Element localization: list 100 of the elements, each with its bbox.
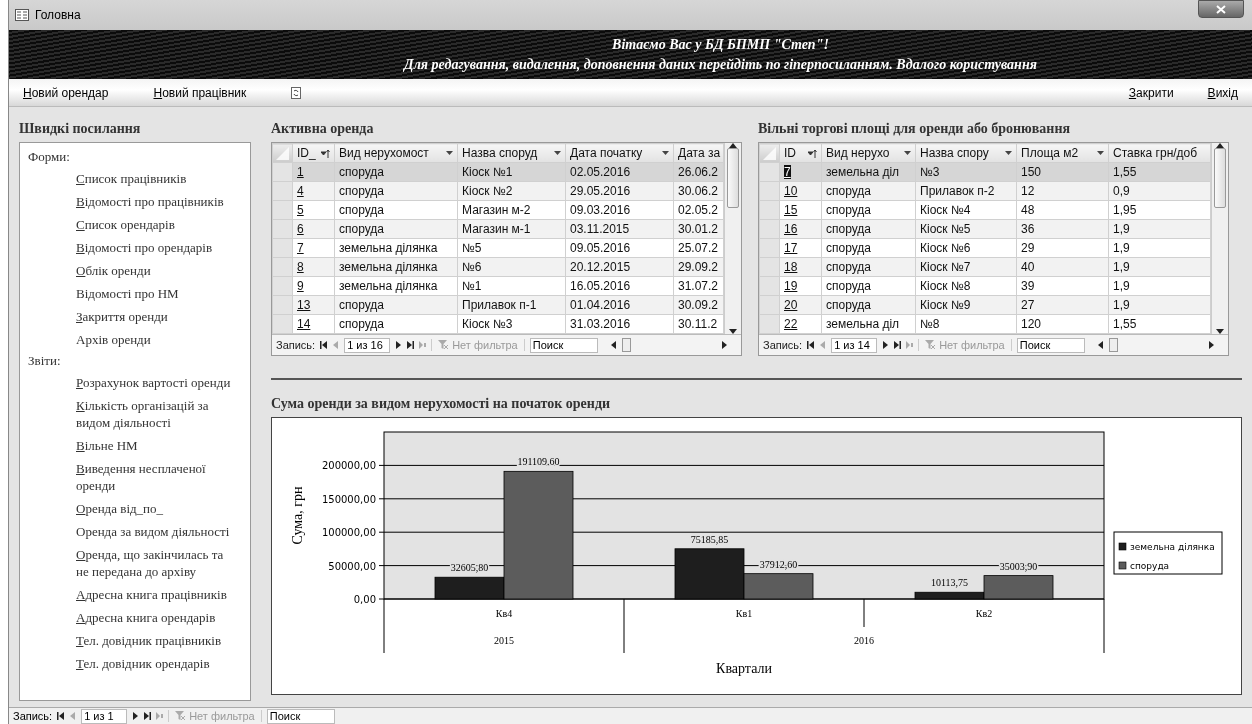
quick-link[interactable]: Вільне НМ [76,434,236,457]
dropdown-arrow-icon[interactable] [554,151,561,155]
quick-link[interactable]: Розрахунок вартості оренди [76,371,236,394]
sort-ascending-icon[interactable] [808,148,817,158]
search-field[interactable]: Поиск [266,708,335,724]
table-row[interactable]: 15 споруда Кіоск №4 48 1,95 [759,200,1211,220]
quick-link[interactable]: Список орендарів [76,213,236,236]
close-button[interactable] [1198,0,1244,18]
quick-link[interactable]: Адресна книга працівників [76,583,236,606]
toolbar-link[interactable]: Новий працівник [153,85,247,100]
last-record-icon[interactable] [894,341,902,349]
scroll-left-icon[interactable] [610,341,616,349]
first-record-icon[interactable] [807,341,815,349]
dropdown-arrow-icon[interactable] [904,151,911,155]
table-row[interactable]: 18 споруда Кіоск №7 40 1,9 [759,257,1211,277]
column-header[interactable]: Площа м2 [1016,143,1109,163]
toolbar-link[interactable]: Закрити [1128,85,1174,100]
dropdown-arrow-icon[interactable] [662,151,669,155]
table-row[interactable]: 10 споруда Прилавок п-2 12 0,9 [759,181,1211,201]
table-row[interactable]: 7 земельна ділянка №5 09.05.2016 25.07.2 [272,238,724,258]
table-row[interactable]: 14 споруда Кіоск №3 31.03.2016 30.11.2 [272,314,724,334]
vertical-scrollbar[interactable] [1211,143,1228,334]
scrollbar-thumb[interactable] [1108,338,1118,352]
column-header[interactable]: Вид нерухо [821,143,916,163]
id-link[interactable]: 9 [292,276,335,296]
table-row[interactable]: 9 земельна ділянка №1 16.05.2016 31.07.2 [272,276,724,296]
id-link[interactable]: 17 [779,238,822,258]
id-link[interactable]: 15 [779,200,822,220]
table-row[interactable]: 20 споруда Кіоск №9 27 1,9 [759,295,1211,315]
column-header[interactable]: Дата початку [565,143,674,163]
scrollbar-thumb[interactable] [1214,148,1226,208]
column-header[interactable]: Назва споруд [457,143,566,163]
column-header[interactable]: ID [779,143,822,163]
quick-link[interactable]: Список працівників [76,167,236,190]
record-position-field[interactable]: 1 из 14 [831,337,878,353]
id-link[interactable]: 14 [292,314,335,334]
section-label: Форми: [28,148,71,166]
table-row[interactable]: 6 споруда Магазин м-1 03.11.2015 30.01.2 [272,219,724,239]
sort-ascending-icon[interactable] [321,148,330,158]
quick-link[interactable]: Адресна книга орендарів [76,606,236,629]
id-link[interactable]: 7 [292,238,335,258]
next-record-icon[interactable] [882,341,890,349]
table-row[interactable]: 5 споруда Магазин м-2 09.03.2016 02.05.2 [272,200,724,220]
table-row[interactable]: 17 споруда Кіоск №6 29 1,9 [759,238,1211,258]
quick-link[interactable]: Відомості про орендарів [76,236,236,259]
id-link[interactable]: 19 [779,276,822,296]
quick-link[interactable]: Оренда, що закінчилась та не передана до архіву [76,543,236,583]
table-row[interactable]: 7 земельна діл №3 150 1,55 [759,162,1211,182]
next-record-icon[interactable] [395,341,403,349]
dropdown-arrow-icon[interactable] [1097,151,1104,155]
table-cell: 09.03.2016 [565,200,674,220]
value-label: 75185,85 [690,533,729,545]
quick-link[interactable]: Оренда від_по_ [76,497,236,520]
refresh-icon[interactable] [291,86,302,99]
record-position-field[interactable]: 1 из 16 [344,337,391,353]
scroll-right-icon[interactable] [722,341,727,349]
table-row[interactable]: 19 споруда Кіоск №8 39 1,9 [759,276,1211,296]
record-position-field[interactable]: 1 из 1 [81,708,128,724]
table-row[interactable]: 16 споруда Кіоск №5 36 1,9 [759,219,1211,239]
category-label: Кв1 [735,608,753,619]
scrollbar-thumb[interactable] [727,148,739,208]
quick-link[interactable]: Архів оренди [76,328,236,351]
quick-link[interactable]: Тел. довідник працівників [76,629,236,652]
quick-link[interactable]: Відомості про НМ [76,282,236,305]
toolbar-link[interactable]: Вихід [1207,85,1238,100]
quick-link[interactable]: Тел. довідник орендарів [76,652,236,675]
search-field[interactable]: Поиск [1016,337,1085,353]
id-link[interactable]: 22 [779,314,822,334]
vertical-scrollbar[interactable] [724,143,741,334]
scrollbar-thumb[interactable] [621,338,631,352]
table-cell: 39 [1016,276,1109,296]
column-header[interactable]: Вид нерухомост [334,143,458,163]
toolbar-link[interactable]: Новий орендар [23,85,109,100]
table-row[interactable]: 8 земельна ділянка №6 20.12.2015 29.09.2 [272,257,724,277]
table-cell: №1 [457,276,566,296]
table-row[interactable]: 13 споруда Прилавок п-1 01.04.2016 30.09.2 [272,295,724,315]
quick-link[interactable]: Виведення несплаченої оренди [76,457,236,497]
scroll-right-icon[interactable] [1209,341,1214,349]
scroll-left-icon[interactable] [1097,341,1103,349]
table-row[interactable]: 22 земельна діл №8 120 1,55 [759,314,1211,334]
dropdown-arrow-icon[interactable] [446,151,453,155]
id-link[interactable]: 5 [292,200,335,220]
quick-link[interactable]: Кількість організацій за видом діяльності [76,394,236,434]
next-record-icon[interactable] [132,712,140,720]
quick-link[interactable]: Оренда за видом діяльності [76,520,236,543]
quick-link[interactable]: Облік оренди [76,259,236,282]
table-row[interactable]: 1 споруда Кіоск №1 02.05.2016 26.06.2 [272,162,724,182]
last-record-icon[interactable] [144,712,152,720]
table-row[interactable]: 4 споруда Кіоск №2 29.05.2016 30.06.2 [272,181,724,201]
search-field[interactable]: Поиск [529,337,598,353]
column-header[interactable]: Назва спору [915,143,1017,163]
column-header[interactable]: ID_ [292,143,335,163]
quick-link[interactable]: Закриття оренди [76,305,236,328]
dropdown-arrow-icon[interactable] [1005,151,1012,155]
first-record-icon[interactable] [320,341,328,349]
column-header[interactable]: Дата за [673,143,724,163]
column-header[interactable]: Ставка грн/доб [1108,143,1211,163]
first-record-icon[interactable] [57,712,65,720]
last-record-icon[interactable] [407,341,415,349]
quick-link[interactable]: Відомості про працівників [76,190,236,213]
